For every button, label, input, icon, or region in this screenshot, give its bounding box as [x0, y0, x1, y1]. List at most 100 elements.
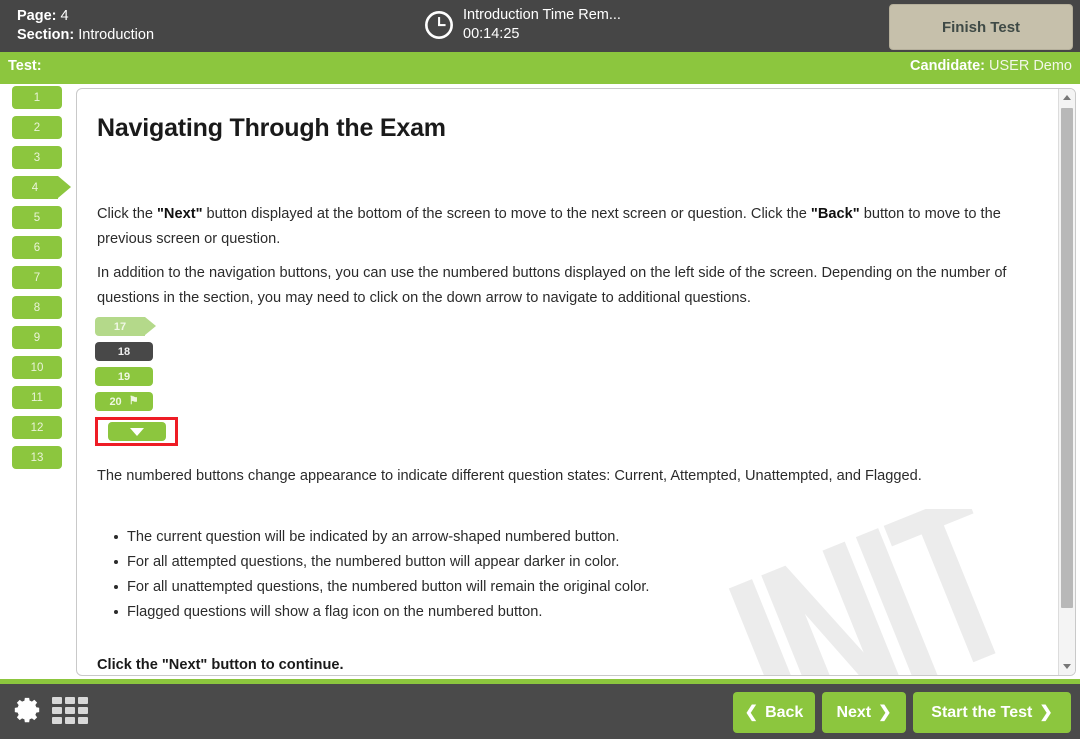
question-button-label: 8 [33, 301, 41, 314]
down-arrow-highlight-box [95, 417, 178, 446]
question-button-12[interactable]: 12 [12, 416, 62, 439]
chevron-left-icon: ❮ [744, 703, 759, 721]
sample-question-button-label: 17 [113, 320, 127, 333]
scroll-up-button[interactable] [1059, 89, 1075, 106]
paragraph-navigation-buttons: Click the "Next" button displayed at the… [97, 202, 1035, 252]
question-button-11[interactable]: 11 [12, 386, 62, 409]
content-scrollbar[interactable] [1058, 89, 1075, 675]
chevron-right-icon: ❯ [1039, 703, 1053, 721]
button-states-list: The current question will be indicated b… [111, 525, 1047, 625]
candidate-info: Candidate: USER Demo [910, 58, 1072, 74]
question-button-3[interactable]: 3 [12, 146, 62, 169]
question-button-7[interactable]: 7 [12, 266, 62, 289]
closing-instruction: Click the "Next" button to continue. [97, 657, 344, 673]
next-button[interactable]: Next ❯ [822, 692, 906, 733]
test-info-bar: Test: Candidate: USER Demo [0, 52, 1080, 84]
page-info-line: Page: 4 [17, 7, 154, 26]
question-button-label: 7 [33, 271, 41, 284]
content-scroll-area: Navigating Through the Exam Click the "N… [77, 89, 1059, 675]
next-button-label: Next [836, 703, 872, 721]
list-item: For all attempted questions, the numbere… [114, 550, 1047, 574]
question-navigator-sidebar: 1 2 3 4 5 6 7 8 9 10 11 12 13 [0, 86, 76, 676]
p1-text-2: button displayed at the bottom of the sc… [202, 206, 811, 222]
p1-text-1: Click the [97, 206, 158, 222]
question-button-10[interactable]: 10 [12, 356, 62, 379]
exam-player-window: Page: 4 Section: Introduction Introducti… [0, 0, 1080, 739]
question-button-5[interactable]: 5 [12, 206, 62, 229]
timer-texts: Introduction Time Rem... 00:14:25 [463, 6, 621, 44]
back-button[interactable]: ❮ Back [733, 692, 815, 733]
question-button-label: 1 [33, 91, 41, 104]
grid-cell [52, 707, 62, 714]
p1-bold-next: "Next" [157, 206, 203, 222]
section-label: Section: [17, 27, 75, 43]
finish-test-button[interactable]: Finish Test [889, 4, 1073, 50]
question-button-13[interactable]: 13 [12, 446, 62, 469]
question-button-label: 4 [31, 181, 39, 194]
question-button-1[interactable]: 1 [12, 86, 62, 109]
sample-question-button-17: 17 [95, 317, 156, 336]
question-button-label: 3 [33, 151, 41, 164]
grid-cell [65, 707, 75, 714]
list-item: For all unattempted questions, the numbe… [114, 575, 1047, 599]
question-button-label: 9 [33, 331, 41, 344]
sample-buttons-illustration: 17 18 19 20 ⚑ [95, 317, 275, 446]
question-button-2[interactable]: 2 [12, 116, 62, 139]
sample-question-button-18: 18 [95, 342, 153, 361]
grid-cell [65, 717, 75, 724]
question-button-label: 11 [31, 391, 43, 404]
list-item: Flagged questions will show a flag icon … [114, 600, 1047, 624]
start-test-button-label: Start the Test [931, 703, 1033, 721]
section-value: Introduction [78, 27, 155, 43]
paragraph-button-states: The numbered buttons change appearance t… [97, 468, 922, 484]
chevron-down-icon [129, 427, 144, 436]
sample-scroll-down-button [107, 422, 166, 441]
flag-icon: ⚑ [128, 395, 139, 407]
p1-bold-back: "Back" [810, 206, 860, 222]
question-button-9[interactable]: 9 [12, 326, 62, 349]
question-button-label: 10 [30, 361, 44, 374]
clock-icon [425, 11, 453, 39]
page-section-info: Page: 4 Section: Introduction [17, 7, 154, 45]
timer-value: 00:14:25 [463, 26, 520, 42]
top-header: Page: 4 Section: Introduction Introducti… [0, 0, 1080, 52]
question-button-8[interactable]: 8 [12, 296, 62, 319]
section-info-line: Section: Introduction [17, 26, 154, 45]
grid-cell [78, 717, 88, 724]
paragraph-numbered-buttons: In addition to the navigation buttons, y… [97, 265, 1007, 306]
candidate-separator: : [980, 58, 989, 74]
sample-question-button-label: 20 [109, 395, 122, 408]
question-button-label: 2 [33, 121, 41, 134]
grid-cell [52, 717, 62, 724]
question-button-6[interactable]: 6 [12, 236, 62, 259]
back-button-label: Back [765, 703, 804, 721]
grid-cell [78, 697, 88, 704]
question-button-label: 5 [33, 211, 41, 224]
grid-cell [65, 697, 75, 704]
grid-icon[interactable] [52, 697, 90, 724]
sample-question-button-label: 19 [117, 370, 131, 383]
test-label: Test: [8, 58, 42, 74]
page-title: Navigating Through the Exam [97, 114, 446, 142]
timer-block: Introduction Time Rem... 00:14:25 [424, 6, 621, 44]
sample-question-button-label: 18 [117, 345, 131, 358]
page-label: Page: [17, 8, 57, 24]
candidate-label: Candidate [910, 58, 981, 74]
sample-question-button-20: 20 ⚑ [95, 392, 153, 411]
chevron-up-icon [1063, 95, 1071, 100]
sample-question-button-19: 19 [95, 367, 153, 386]
chevron-right-icon: ❯ [878, 703, 892, 721]
content-panel: Navigating Through the Exam Click the "N… [76, 88, 1076, 676]
grid-cell [52, 697, 62, 704]
question-button-label: 13 [30, 451, 44, 464]
gear-icon[interactable] [12, 695, 42, 725]
question-button-label: 12 [30, 421, 44, 434]
start-test-button[interactable]: Start the Test ❯ [913, 692, 1071, 733]
grid-cell [78, 707, 88, 714]
scroll-down-button[interactable] [1059, 658, 1075, 675]
chevron-down-icon [1063, 664, 1071, 669]
timer-title: Introduction Time Rem... [463, 7, 621, 23]
scrollbar-thumb[interactable] [1061, 108, 1073, 608]
question-button-4[interactable]: 4 [12, 176, 71, 199]
candidate-value: USER Demo [989, 58, 1072, 74]
